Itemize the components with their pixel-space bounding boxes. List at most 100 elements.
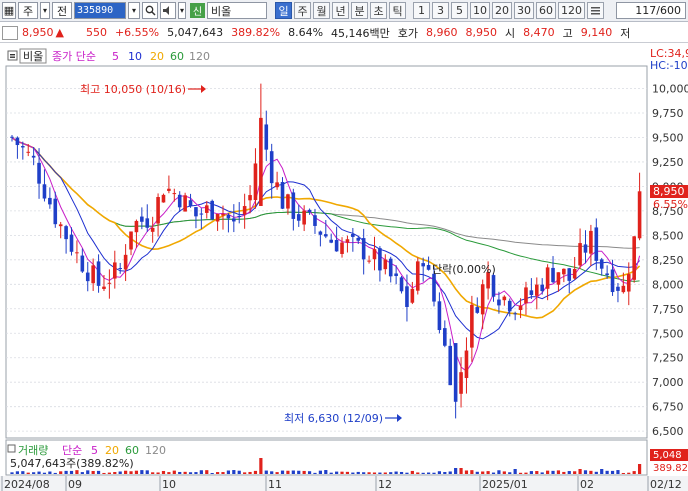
checkbox-icon[interactable] <box>2 25 18 40</box>
credit-badge[interactable]: 신 <box>190 3 205 18</box>
volume-bar <box>178 471 182 474</box>
interval-1-label: 1 <box>418 4 425 17</box>
stock-code-input[interactable]: 335890 <box>74 2 126 19</box>
speaker-icon[interactable] <box>160 2 176 19</box>
tab-tick[interactable]: 틱 <box>389 2 406 19</box>
data-count-field[interactable]: 117/600 <box>616 2 686 19</box>
y-tick-label: 7,250 <box>652 352 684 365</box>
tab-week[interactable]: 주 <box>294 2 311 19</box>
volume-bar <box>437 471 442 474</box>
candle-body <box>399 277 404 292</box>
candle-body <box>388 258 393 277</box>
price-axis: 10,0009,7509,5009,2509,0008,7508,5008,25… <box>652 83 688 439</box>
legend-ma5: 5 <box>112 50 119 63</box>
interval-20[interactable]: 20 <box>492 2 512 19</box>
candle-body <box>605 273 609 276</box>
interval-3[interactable]: 3 <box>432 2 449 19</box>
candle-body <box>215 213 220 222</box>
trade-amount: 45,146백만 <box>331 26 390 40</box>
speaker-dropdown-icon[interactable]: ▾ <box>178 2 186 19</box>
candle-body <box>534 284 539 296</box>
interval-1[interactable]: 1 <box>413 2 430 19</box>
volume-bar <box>324 470 328 474</box>
interval-3-label: 3 <box>437 4 444 17</box>
candle-body <box>53 198 58 225</box>
candle-body <box>334 239 339 252</box>
settings-icon[interactable] <box>587 2 604 19</box>
candle-body <box>129 231 133 250</box>
interval-5[interactable]: 5 <box>451 2 468 19</box>
volume-bar <box>113 472 117 474</box>
volume-bar <box>210 472 214 474</box>
tab-minute[interactable]: 분 <box>351 2 368 19</box>
tab-minute-label: 분 <box>354 4 365 18</box>
y-tick-label: 7,750 <box>652 303 684 316</box>
code-dropdown-icon[interactable]: ▾ <box>128 2 140 19</box>
hc-label: HC:-10 <box>650 59 688 72</box>
tab-second[interactable]: 초 <box>370 2 387 19</box>
price-legend: 비올 종가 단순 5 10 20 60 120 <box>7 48 210 64</box>
candle-body <box>443 328 447 346</box>
y-tick-label: 6,500 <box>652 425 684 438</box>
legend-ma-label: 종가 단순 <box>52 50 96 63</box>
stock-name: 비올 <box>211 4 232 18</box>
volume-bar <box>243 472 247 474</box>
candle-body <box>421 263 425 267</box>
candle-body <box>616 286 620 291</box>
y-tick-label: 8,250 <box>652 254 684 267</box>
chevron-down-icon[interactable]: ▾ <box>40 2 50 19</box>
candle-body <box>426 265 431 270</box>
search-icon[interactable] <box>142 2 158 19</box>
grid-icon[interactable]: ▦ <box>2 2 16 19</box>
legend-box-icon[interactable] <box>7 50 18 61</box>
tab-month[interactable]: 월 <box>313 2 330 19</box>
volume-bar <box>167 472 171 474</box>
volume-bar <box>124 470 128 474</box>
candle-body <box>107 282 112 284</box>
candle-body <box>10 136 14 138</box>
chart-svg[interactable]: 10,0009,7509,5009,2509,0008,7508,5008,25… <box>0 44 688 491</box>
volume-bar <box>248 471 252 474</box>
x-tick-label: 2025/01 <box>482 478 528 491</box>
candle-body <box>556 272 561 285</box>
candle-body <box>156 197 160 224</box>
candle-body <box>405 286 409 307</box>
open-label: 시 <box>505 26 516 40</box>
candle-body <box>21 146 25 148</box>
volume-bar <box>502 471 506 474</box>
volume-bar <box>53 472 57 474</box>
candle-body <box>470 304 474 348</box>
candle-body <box>480 284 485 315</box>
volume-legend-icon[interactable] <box>7 444 16 453</box>
volume-bar <box>80 472 84 474</box>
price-chart[interactable]: 10,0009,7509,5009,2509,0008,7508,5008,25… <box>0 44 688 491</box>
type-select[interactable]: 주 <box>18 2 38 19</box>
volume-bar <box>237 470 241 474</box>
y-tick-label: 10,000 <box>652 83 688 96</box>
tab-year[interactable]: 년 <box>332 2 349 19</box>
candle-body <box>85 272 90 282</box>
candle-body <box>372 249 377 260</box>
interval-30-label: 30 <box>517 4 531 17</box>
market-select[interactable]: 전 <box>52 2 72 19</box>
extra-annotation: 단락(0.00%) <box>432 263 496 276</box>
stock-name-field[interactable]: 비올 <box>207 2 267 19</box>
interval-30[interactable]: 30 <box>514 2 534 19</box>
volume-bar <box>329 472 333 474</box>
interval-120-label: 120 <box>561 4 582 17</box>
interval-10[interactable]: 10 <box>470 2 490 19</box>
volume-bar <box>270 471 274 474</box>
candle-body <box>307 209 312 213</box>
volume-bar <box>567 471 571 474</box>
candle-body <box>183 195 187 212</box>
interval-60[interactable]: 60 <box>536 2 556 19</box>
candle-body <box>64 226 68 240</box>
candle-body <box>237 215 242 217</box>
volume-bar <box>383 472 387 474</box>
market-label: 전 <box>56 4 68 18</box>
volume-bar <box>26 472 30 474</box>
candle-body <box>242 206 247 215</box>
candle-body <box>194 207 198 217</box>
tab-day[interactable]: 일 <box>275 2 292 19</box>
interval-120[interactable]: 120 <box>558 2 585 19</box>
